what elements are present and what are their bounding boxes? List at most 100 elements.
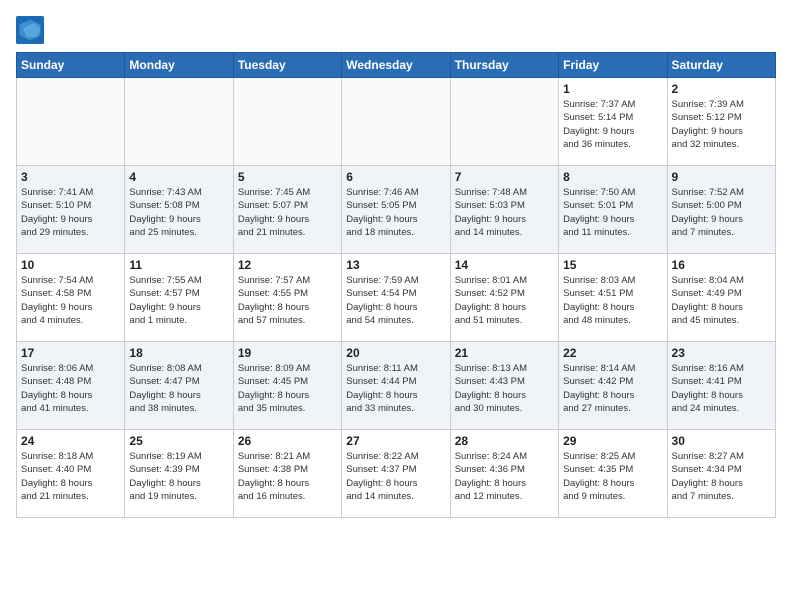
calendar-week-row: 17 Sunrise: 8:06 AM Sunset: 4:48 PM Dayli… xyxy=(17,342,776,430)
day-number: 18 xyxy=(129,346,228,360)
calendar-cell: 5Sunrise: 7:45 AM Sunset: 5:07 PM Daylig… xyxy=(233,166,341,254)
calendar-cell: 11 Sunrise: 7:55 AM Sunset: 4:57 PM Dayli… xyxy=(125,254,233,342)
day-number: 15 xyxy=(563,258,662,272)
calendar-cell xyxy=(125,78,233,166)
calendar-cell: 12Sunrise: 7:57 AM Sunset: 4:55 PM Dayli… xyxy=(233,254,341,342)
day-info: Sunrise: 7:45 AM Sunset: 5:07 PM Dayligh… xyxy=(238,186,337,239)
day-info: Sunrise: 8:25 AM Sunset: 4:35 PM Dayligh… xyxy=(563,450,662,503)
day-number: 24 xyxy=(21,434,120,448)
day-info: Sunrise: 8:22 AM Sunset: 4:37 PM Dayligh… xyxy=(346,450,445,503)
calendar-cell: 14 Sunrise: 8:01 AM Sunset: 4:52 PM Dayli… xyxy=(450,254,558,342)
day-number: 21 xyxy=(455,346,554,360)
day-info: Sunrise: 7:39 AM Sunset: 5:12 PM Dayligh… xyxy=(672,98,771,151)
calendar-cell xyxy=(17,78,125,166)
calendar-cell: 29 Sunrise: 8:25 AM Sunset: 4:35 PM Dayli… xyxy=(559,430,667,518)
calendar-cell: 7 Sunrise: 7:48 AM Sunset: 5:03 PM Daylig… xyxy=(450,166,558,254)
day-number: 26 xyxy=(238,434,337,448)
day-number: 19 xyxy=(238,346,337,360)
day-number: 1 xyxy=(563,82,662,96)
calendar-cell: 2 Sunrise: 7:39 AM Sunset: 5:12 PM Daylig… xyxy=(667,78,775,166)
day-number: 10 xyxy=(21,258,120,272)
calendar-cell: 20 Sunrise: 8:11 AM Sunset: 4:44 PM Dayli… xyxy=(342,342,450,430)
day-number: 29 xyxy=(563,434,662,448)
day-info: Sunrise: 7:55 AM Sunset: 4:57 PM Dayligh… xyxy=(129,274,228,327)
calendar-cell: 19 Sunrise: 8:09 AM Sunset: 4:45 PM Dayli… xyxy=(233,342,341,430)
calendar-cell xyxy=(342,78,450,166)
day-number: 6 xyxy=(346,170,445,184)
calendar-table: SundayMondayTuesdayWednesdayThursdayFrid… xyxy=(16,52,776,518)
day-info: Sunrise: 8:21 AM Sunset: 4:38 PM Dayligh… xyxy=(238,450,337,503)
day-number: 7 xyxy=(455,170,554,184)
day-info: Sunrise: 7:46 AM Sunset: 5:05 PM Dayligh… xyxy=(346,186,445,239)
calendar-week-row: 10 Sunrise: 7:54 AM Sunset: 4:58 PM Dayli… xyxy=(17,254,776,342)
day-info: Sunrise: 7:54 AM Sunset: 4:58 PM Dayligh… xyxy=(21,274,120,327)
day-info: Sunrise: 8:06 AM Sunset: 4:48 PM Dayligh… xyxy=(21,362,120,415)
day-info: Sunrise: 7:50 AM Sunset: 5:01 PM Dayligh… xyxy=(563,186,662,239)
calendar-cell: 9Sunrise: 7:52 AM Sunset: 5:00 PM Daylig… xyxy=(667,166,775,254)
day-info: Sunrise: 8:14 AM Sunset: 4:42 PM Dayligh… xyxy=(563,362,662,415)
day-number: 22 xyxy=(563,346,662,360)
logo-icon xyxy=(16,16,44,44)
day-info: Sunrise: 8:08 AM Sunset: 4:47 PM Dayligh… xyxy=(129,362,228,415)
day-info: Sunrise: 8:04 AM Sunset: 4:49 PM Dayligh… xyxy=(672,274,771,327)
day-number: 16 xyxy=(672,258,771,272)
weekday-header-row: SundayMondayTuesdayWednesdayThursdayFrid… xyxy=(17,53,776,78)
calendar-cell: 6 Sunrise: 7:46 AM Sunset: 5:05 PM Daylig… xyxy=(342,166,450,254)
day-number: 4 xyxy=(129,170,228,184)
day-info: Sunrise: 8:03 AM Sunset: 4:51 PM Dayligh… xyxy=(563,274,662,327)
day-info: Sunrise: 7:37 AM Sunset: 5:14 PM Dayligh… xyxy=(563,98,662,151)
day-number: 14 xyxy=(455,258,554,272)
calendar-cell: 23 Sunrise: 8:16 AM Sunset: 4:41 PM Dayli… xyxy=(667,342,775,430)
calendar-week-row: 1 Sunrise: 7:37 AM Sunset: 5:14 PM Daylig… xyxy=(17,78,776,166)
day-number: 3 xyxy=(21,170,120,184)
day-info: Sunrise: 8:13 AM Sunset: 4:43 PM Dayligh… xyxy=(455,362,554,415)
day-number: 11 xyxy=(129,258,228,272)
day-number: 9 xyxy=(672,170,771,184)
day-info: Sunrise: 8:24 AM Sunset: 4:36 PM Dayligh… xyxy=(455,450,554,503)
calendar-cell: 17 Sunrise: 8:06 AM Sunset: 4:48 PM Dayli… xyxy=(17,342,125,430)
calendar-cell: 15 Sunrise: 8:03 AM Sunset: 4:51 PM Dayli… xyxy=(559,254,667,342)
weekday-header-friday: Friday xyxy=(559,53,667,78)
day-info: Sunrise: 8:09 AM Sunset: 4:45 PM Dayligh… xyxy=(238,362,337,415)
day-info: Sunrise: 7:59 AM Sunset: 4:54 PM Dayligh… xyxy=(346,274,445,327)
calendar-week-row: 24 Sunrise: 8:18 AM Sunset: 4:40 PM Dayli… xyxy=(17,430,776,518)
weekday-header-wednesday: Wednesday xyxy=(342,53,450,78)
calendar-cell: 13 Sunrise: 7:59 AM Sunset: 4:54 PM Dayli… xyxy=(342,254,450,342)
day-info: Sunrise: 8:18 AM Sunset: 4:40 PM Dayligh… xyxy=(21,450,120,503)
calendar-cell: 25Sunrise: 8:19 AM Sunset: 4:39 PM Dayli… xyxy=(125,430,233,518)
calendar-cell: 27Sunrise: 8:22 AM Sunset: 4:37 PM Dayli… xyxy=(342,430,450,518)
calendar-cell: 18 Sunrise: 8:08 AM Sunset: 4:47 PM Dayli… xyxy=(125,342,233,430)
weekday-header-thursday: Thursday xyxy=(450,53,558,78)
logo xyxy=(16,16,48,44)
day-number: 20 xyxy=(346,346,445,360)
day-info: Sunrise: 8:11 AM Sunset: 4:44 PM Dayligh… xyxy=(346,362,445,415)
day-number: 17 xyxy=(21,346,120,360)
calendar-cell: 26 Sunrise: 8:21 AM Sunset: 4:38 PM Dayli… xyxy=(233,430,341,518)
weekday-header-tuesday: Tuesday xyxy=(233,53,341,78)
day-number: 2 xyxy=(672,82,771,96)
calendar-cell: 30 Sunrise: 8:27 AM Sunset: 4:34 PM Dayli… xyxy=(667,430,775,518)
day-info: Sunrise: 8:16 AM Sunset: 4:41 PM Dayligh… xyxy=(672,362,771,415)
day-number: 13 xyxy=(346,258,445,272)
calendar-cell: 16 Sunrise: 8:04 AM Sunset: 4:49 PM Dayli… xyxy=(667,254,775,342)
day-info: Sunrise: 7:41 AM Sunset: 5:10 PM Dayligh… xyxy=(21,186,120,239)
calendar-cell: 4Sunrise: 7:43 AM Sunset: 5:08 PM Daylig… xyxy=(125,166,233,254)
day-info: Sunrise: 8:01 AM Sunset: 4:52 PM Dayligh… xyxy=(455,274,554,327)
calendar-week-row: 3 Sunrise: 7:41 AM Sunset: 5:10 PM Daylig… xyxy=(17,166,776,254)
calendar-cell: 10 Sunrise: 7:54 AM Sunset: 4:58 PM Dayli… xyxy=(17,254,125,342)
day-info: Sunrise: 7:48 AM Sunset: 5:03 PM Dayligh… xyxy=(455,186,554,239)
day-number: 23 xyxy=(672,346,771,360)
day-info: Sunrise: 7:57 AM Sunset: 4:55 PM Dayligh… xyxy=(238,274,337,327)
calendar-cell: 22 Sunrise: 8:14 AM Sunset: 4:42 PM Dayli… xyxy=(559,342,667,430)
day-number: 28 xyxy=(455,434,554,448)
weekday-header-saturday: Saturday xyxy=(667,53,775,78)
calendar-cell: 24 Sunrise: 8:18 AM Sunset: 4:40 PM Dayli… xyxy=(17,430,125,518)
day-number: 8 xyxy=(563,170,662,184)
calendar-cell: 28 Sunrise: 8:24 AM Sunset: 4:36 PM Dayli… xyxy=(450,430,558,518)
calendar-cell: 21 Sunrise: 8:13 AM Sunset: 4:43 PM Dayli… xyxy=(450,342,558,430)
day-info: Sunrise: 8:19 AM Sunset: 4:39 PM Dayligh… xyxy=(129,450,228,503)
calendar-cell xyxy=(233,78,341,166)
day-number: 30 xyxy=(672,434,771,448)
weekday-header-monday: Monday xyxy=(125,53,233,78)
day-info: Sunrise: 8:27 AM Sunset: 4:34 PM Dayligh… xyxy=(672,450,771,503)
